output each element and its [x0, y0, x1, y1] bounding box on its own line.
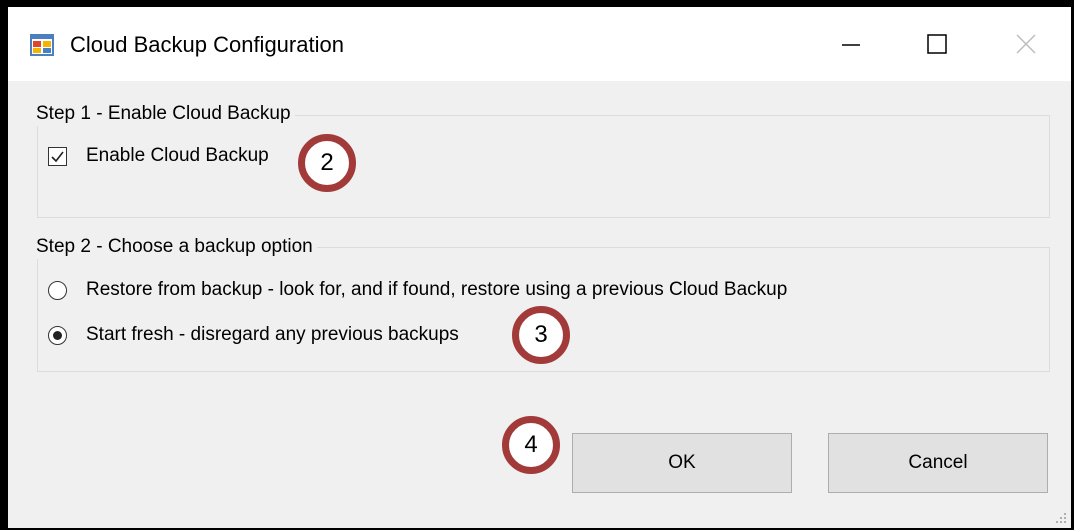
- close-icon[interactable]: [996, 21, 1056, 67]
- ok-button[interactable]: OK: [572, 433, 792, 493]
- resize-grip-icon[interactable]: [1053, 510, 1067, 524]
- restore-from-backup-radio[interactable]: [48, 281, 67, 300]
- minimize-icon[interactable]: [821, 21, 881, 67]
- annotation-marker-4: 4: [502, 416, 560, 474]
- radio-selected-dot: [53, 331, 62, 340]
- cancel-button[interactable]: Cancel: [828, 433, 1048, 493]
- check-icon: [51, 151, 64, 163]
- start-fresh-radio[interactable]: [48, 326, 67, 345]
- annotation-marker-3: 3: [512, 306, 570, 364]
- step2-group-title: Step 2 - Choose a backup option: [32, 235, 317, 259]
- annotation-marker-2: 2: [298, 134, 356, 192]
- enable-cloud-backup-label[interactable]: Enable Cloud Backup: [86, 144, 269, 168]
- step1-group-title: Step 1 - Enable Cloud Backup: [32, 102, 295, 126]
- restore-from-backup-label[interactable]: Restore from backup - look for, and if f…: [86, 278, 787, 302]
- form-app-icon: [30, 34, 54, 56]
- enable-cloud-backup-checkbox[interactable]: [48, 147, 67, 166]
- dialog-window: Cloud Backup Configuration Step 1 - Enab…: [0, 0, 1074, 530]
- window-title: Cloud Backup Configuration: [70, 32, 344, 57]
- title-bar[interactable]: Cloud Backup Configuration: [8, 7, 1071, 81]
- maximize-icon[interactable]: [907, 21, 967, 67]
- start-fresh-label[interactable]: Start fresh - disregard any previous bac…: [86, 323, 459, 347]
